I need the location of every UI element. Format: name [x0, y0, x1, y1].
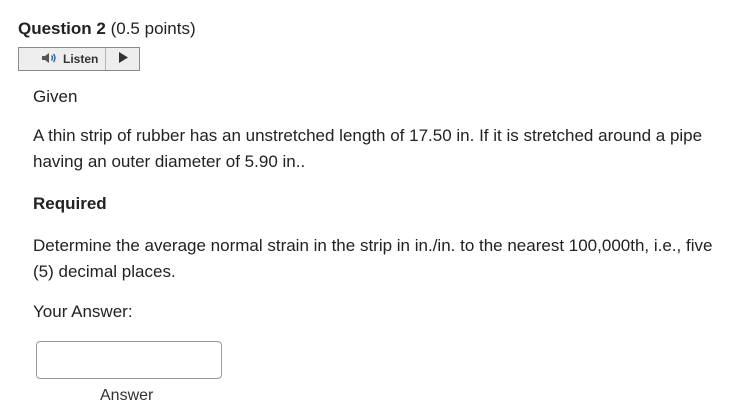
speaker-icon: [41, 52, 63, 67]
required-heading: Required: [33, 194, 107, 213]
answer-field-label: Answer: [100, 387, 154, 404]
your-answer-label: Your Answer:: [33, 302, 133, 321]
listen-button[interactable]: Listen: [19, 48, 106, 70]
play-icon: [118, 50, 128, 68]
required-text: Determine the average normal strain in t…: [33, 236, 713, 281]
given-heading: Given: [33, 87, 78, 106]
listen-widget: Listen: [18, 47, 140, 71]
answer-input[interactable]: [36, 341, 222, 379]
question-header: Question 2 (0.5 points): [18, 18, 196, 40]
question-title: Question 2: [18, 19, 106, 38]
play-button[interactable]: [106, 48, 139, 70]
given-text: A thin strip of rubber has an unstretche…: [33, 126, 703, 171]
question-points: (0.5 points): [110, 19, 196, 38]
listen-label: Listen: [63, 52, 99, 66]
